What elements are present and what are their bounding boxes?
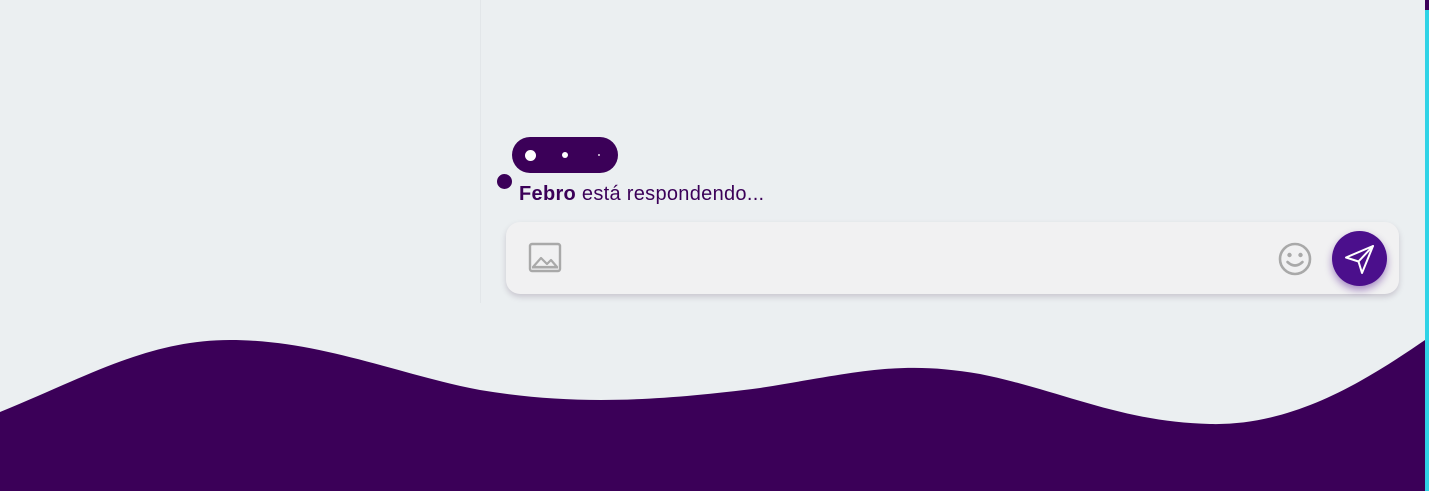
image-icon [528,241,562,275]
typing-dot [525,150,536,161]
typing-dot [598,154,600,156]
typing-status-text: Febro está respondendo... [519,183,764,206]
attach-image-button[interactable] [528,241,562,275]
typing-dot [562,152,568,158]
typing-user-name: Febro [519,183,577,205]
message-composer [506,222,1399,294]
chat-panel-divider [480,0,481,303]
typing-indicator-bubble [512,137,618,173]
emoji-button[interactable] [1277,241,1313,277]
typing-status-label: está respondendo... [576,183,765,205]
paper-plane-icon [1332,231,1387,286]
message-input[interactable] [578,236,1268,280]
footer-wave [0,340,1425,491]
smiley-icon [1277,241,1313,277]
typing-bubble-tail [497,174,512,189]
scrollbar-track[interactable] [1425,0,1429,491]
scrollbar-thumb[interactable] [1425,0,1429,10]
send-button[interactable] [1332,231,1387,286]
